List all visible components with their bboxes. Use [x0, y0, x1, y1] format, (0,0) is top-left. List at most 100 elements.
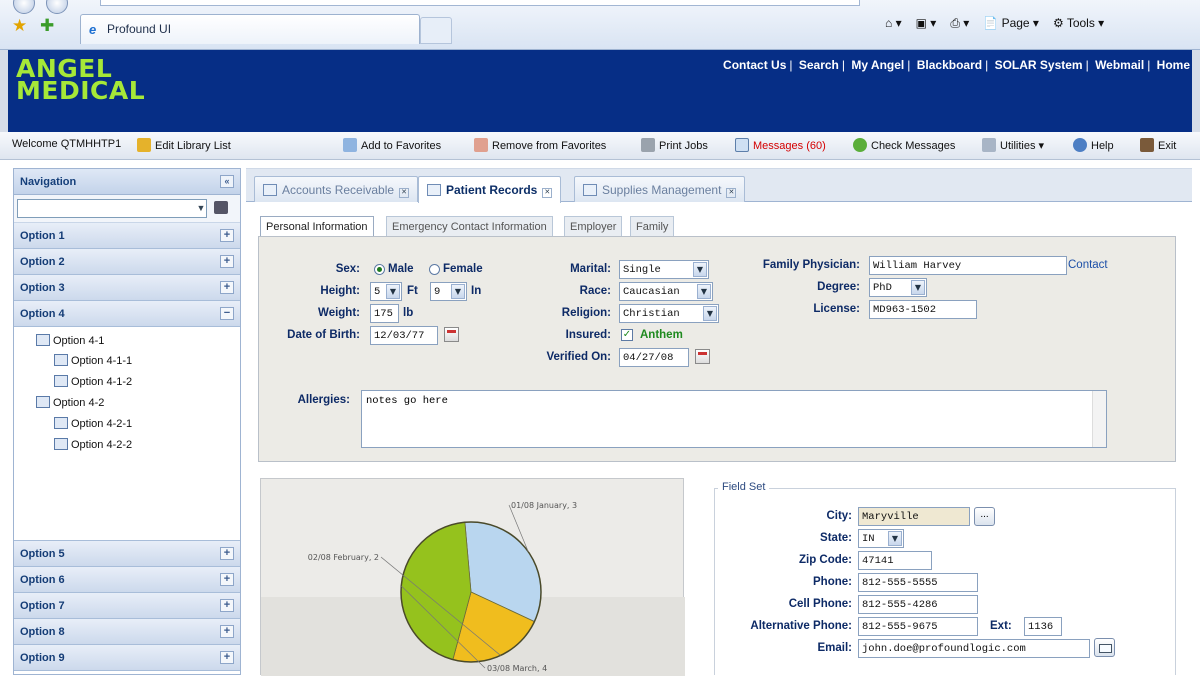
nav-option-5[interactable]: Option 5 + — [14, 541, 240, 567]
messages-button[interactable]: Messages (60) — [735, 138, 826, 152]
calendar-icon[interactable] — [444, 327, 459, 342]
state-select[interactable]: IN ▼ — [858, 529, 904, 548]
remove-from-favorites-button[interactable]: Remove from Favorites — [474, 138, 606, 152]
tab-patient-records[interactable]: Patient Records ✕ — [418, 176, 562, 203]
link-search[interactable]: Search — [799, 58, 839, 72]
tab-family[interactable]: Family — [630, 216, 675, 236]
nav-search-input[interactable] — [17, 199, 207, 218]
close-tab-icon[interactable]: ✕ — [542, 188, 553, 198]
expand-icon[interactable]: + — [220, 229, 234, 242]
physician-input[interactable]: William Harvey — [869, 256, 1067, 275]
scrollbar[interactable] — [1092, 391, 1106, 447]
race-select[interactable]: Caucasian ▼ — [619, 282, 713, 301]
expand-icon[interactable]: + — [220, 255, 234, 268]
tab-accounts-receivable[interactable]: Accounts Receivable ✕ — [254, 176, 419, 202]
marital-select[interactable]: Single ▼ — [619, 260, 709, 279]
nav-option-4[interactable]: Option 4− — [14, 301, 240, 327]
tab-icon — [263, 184, 277, 196]
nav-option-1[interactable]: Option 1 + — [14, 223, 240, 249]
nav-option-7[interactable]: Option 7 + — [14, 593, 240, 619]
degree-select[interactable]: PhD ▼ — [869, 278, 927, 297]
cell-phone-input[interactable]: 812-555-4286 — [858, 595, 978, 614]
tab-personal-information[interactable]: Personal Information — [260, 216, 374, 237]
city-lookup-button[interactable]: ... — [974, 507, 995, 526]
back-button[interactable] — [13, 0, 35, 14]
help-button[interactable]: Help — [1073, 138, 1114, 152]
chevron-down-icon[interactable]: ▼ — [195, 200, 207, 217]
link-webmail[interactable]: Webmail — [1095, 58, 1144, 72]
expand-icon[interactable]: + — [220, 573, 234, 586]
feeds-icon[interactable]: ▣ ▾ — [916, 16, 937, 31]
new-tab-button[interactable] — [420, 17, 452, 44]
calendar-icon[interactable] — [695, 349, 710, 364]
page-menu[interactable]: 📄 Page ▾ — [983, 16, 1039, 31]
weight-input[interactable]: 175 — [370, 304, 399, 323]
zip-input[interactable]: 47141 — [858, 551, 932, 570]
contact-link[interactable]: Contact — [1068, 259, 1108, 271]
tab-employer[interactable]: Employer — [564, 216, 623, 236]
add-favorite-icon[interactable]: ✚ — [40, 16, 54, 36]
tab-emergency-contact[interactable]: Emergency Contact Information — [386, 216, 553, 236]
email-input[interactable]: john.doe@profoundlogic.com — [858, 639, 1090, 658]
link-blackboard[interactable]: Blackboard — [917, 58, 982, 72]
verified-input[interactable]: 04/27/08 — [619, 348, 689, 367]
home-icon[interactable]: ⌂ ▾ — [885, 16, 902, 31]
license-input[interactable]: MD963-1502 — [869, 300, 977, 319]
tree-item[interactable]: Option 4-1-1 — [54, 354, 132, 367]
edit-library-list-button[interactable]: Edit Library List — [137, 138, 231, 152]
phone-input[interactable]: 812-555-5555 — [858, 573, 978, 592]
nav-option-9[interactable]: Option 9 + — [14, 645, 240, 671]
link-my-angel[interactable]: My Angel — [851, 58, 904, 72]
ext-input[interactable]: 1136 — [1024, 617, 1062, 636]
print-jobs-button[interactable]: Print Jobs — [641, 138, 708, 152]
address-bar[interactable] — [100, 0, 860, 6]
link-contact-us[interactable]: Contact Us — [723, 58, 786, 72]
link-solar-system[interactable]: SOLAR System — [995, 58, 1083, 72]
collapse-icon[interactable]: « — [220, 175, 234, 188]
alt-phone-input[interactable]: 812-555-9675 — [858, 617, 978, 636]
expand-icon[interactable]: + — [220, 281, 234, 294]
dob-input[interactable]: 12/03/77 — [370, 326, 438, 345]
nav-option-3[interactable]: Option 3 + — [14, 275, 240, 301]
sex-label: Sex: — [335, 263, 360, 275]
email-icon[interactable] — [1094, 638, 1115, 657]
collapse-icon[interactable]: − — [220, 307, 234, 320]
close-tab-icon[interactable]: ✕ — [726, 188, 737, 198]
expand-icon[interactable]: + — [220, 625, 234, 638]
sex-male-radio[interactable] — [374, 264, 385, 275]
forward-button[interactable] — [46, 0, 68, 14]
expand-icon[interactable]: + — [220, 651, 234, 664]
exit-button[interactable]: Exit — [1140, 138, 1176, 152]
tab-supplies-management[interactable]: Supplies Management ✕ — [574, 176, 746, 202]
favorites-star-icon[interactable]: ★ — [12, 16, 27, 36]
tree-item[interactable]: Option 4-2 — [36, 396, 104, 409]
religion-select[interactable]: Christian ▼ — [619, 304, 719, 323]
tools-menu[interactable]: ⚙ Tools ▾ — [1053, 16, 1104, 31]
link-home[interactable]: Home — [1157, 58, 1190, 72]
city-input[interactable]: Maryville — [858, 507, 970, 526]
expand-icon[interactable]: + — [220, 547, 234, 560]
tree-item[interactable]: Option 4-2-1 — [54, 417, 132, 430]
height-inches-select[interactable]: 9 ▼ — [430, 282, 467, 301]
nav-option-6[interactable]: Option 6 + — [14, 567, 240, 593]
print-icon[interactable]: ⎙ ▾ — [950, 16, 969, 31]
search-icon[interactable] — [214, 201, 228, 214]
tree-item[interactable]: Option 4-1-2 — [54, 375, 132, 388]
close-tab-icon[interactable]: ✕ — [399, 188, 410, 198]
nav-option-2[interactable]: Option 2 + — [14, 249, 240, 275]
utilities-menu[interactable]: Utilities ▾ — [982, 138, 1044, 152]
add-to-favorites-button[interactable]: Add to Favorites — [343, 138, 441, 152]
check-messages-button[interactable]: Check Messages — [853, 138, 955, 152]
insured-checkbox[interactable]: ✓ — [621, 329, 633, 341]
zip-label: Zip Code: — [798, 554, 852, 566]
tree-item[interactable]: Option 4-1 — [36, 334, 104, 347]
allergies-textarea[interactable]: notes go here — [361, 390, 1107, 448]
sex-female-radio[interactable] — [429, 264, 440, 275]
expand-icon[interactable]: + — [220, 599, 234, 612]
chevron-down-icon: ▼ — [451, 284, 465, 299]
browser-tab[interactable]: e Profound UI — [80, 14, 420, 44]
tree-item[interactable]: Option 4-2-2 — [54, 438, 132, 451]
personal-info-form: Sex: Male Female Height: 5 ▼ Ft 9 ▼ In Wei… — [258, 236, 1176, 462]
nav-option-8[interactable]: Option 8 + — [14, 619, 240, 645]
height-feet-select[interactable]: 5 ▼ — [370, 282, 402, 301]
